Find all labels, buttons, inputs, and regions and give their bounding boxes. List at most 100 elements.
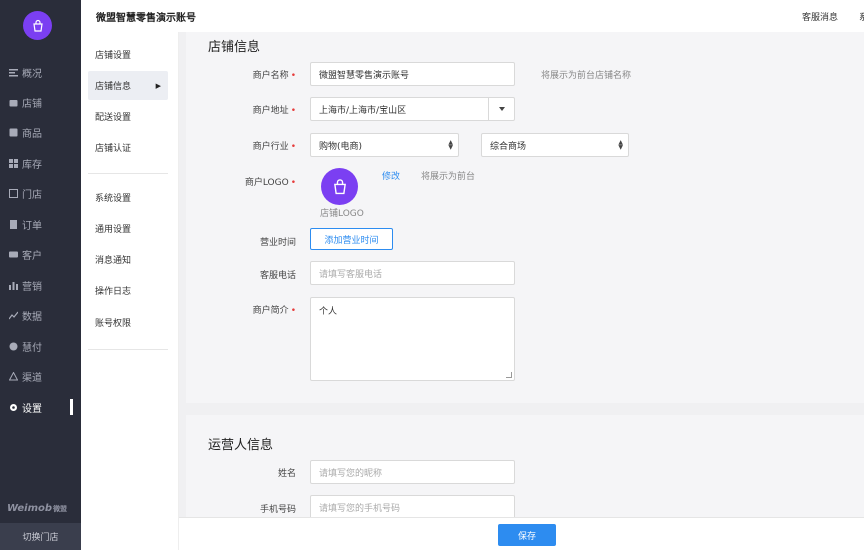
required-mark: •	[290, 142, 296, 152]
switch-store-button[interactable]: 切换门店	[0, 523, 81, 550]
logo-edit-link[interactable]: 修改	[382, 169, 400, 182]
nav-item-label: 渠道	[22, 372, 42, 384]
nav-item-label: 概况	[22, 68, 42, 80]
nav-item-label: 库存	[22, 159, 42, 171]
nav-item-label: 商品	[22, 128, 42, 140]
brand-name-cn: 微盟	[53, 505, 68, 513]
operator-name-input[interactable]: 请填写您的昵称	[310, 460, 515, 484]
main-content: 店铺信息 商户名称 • 微盟智慧零售演示账号 将展示为前台店铺名称 商户地址 • 上…	[179, 32, 864, 550]
nav-item-data[interactable]: 数据	[0, 303, 81, 327]
overview-icon	[9, 68, 18, 77]
nav-item-label: 客户	[22, 250, 42, 262]
service-phone-input[interactable]: 请填写客服电话	[310, 261, 515, 285]
address-value: 上海市/上海市/宝山区	[319, 105, 407, 116]
chevron-right-icon: ▶	[155, 81, 161, 90]
shopping-bag-icon	[333, 178, 346, 194]
submenu-item-notification[interactable]: 消息通知	[88, 245, 168, 274]
inventory-icon	[9, 158, 18, 168]
pay-icon	[9, 342, 18, 351]
industry-primary-value: 购物(电商)	[319, 141, 363, 152]
submenu-item-general[interactable]: 通用设置	[88, 214, 168, 243]
shop-icon	[9, 188, 18, 198]
submenu-item-delivery[interactable]: 配送设置	[88, 102, 168, 131]
nav-item-overview[interactable]: 概况	[0, 60, 81, 84]
brand-name: Weimob	[7, 503, 53, 514]
label-text: 商户地址	[252, 106, 289, 116]
app-logo-icon[interactable]	[23, 11, 52, 40]
top-header: 微盟智慧零售演示账号 客服消息 系	[81, 0, 864, 32]
required-mark: •	[290, 71, 296, 81]
nav-item-marketing[interactable]: 营销	[0, 273, 81, 297]
select-arrows-icon: ▲ ▼	[448, 139, 453, 151]
nav-item-label: 慧付	[22, 342, 42, 354]
store-info-title: 店铺信息	[208, 40, 261, 55]
chevron-down-icon[interactable]	[488, 98, 514, 120]
nav-item-order[interactable]: 订单	[0, 212, 81, 236]
operator-name-label: 姓名	[277, 469, 296, 479]
business-hours-label: 营业时间	[259, 238, 296, 248]
nav-item-store[interactable]: 店铺	[0, 90, 81, 114]
operator-info-title: 运营人信息	[208, 438, 274, 453]
nav-item-channel[interactable]: 渠道	[0, 364, 81, 388]
nav-item-inventory[interactable]: 库存	[0, 151, 81, 175]
nav-item-label: 数据	[22, 311, 42, 323]
address-label: 商户地址 •	[186, 103, 296, 116]
select-arrows-icon: ▲ ▼	[618, 139, 623, 151]
label-text: 商户简介	[252, 306, 289, 316]
merchant-name-input[interactable]: 微盟智慧零售演示账号	[310, 62, 515, 86]
system-link[interactable]: 系	[859, 10, 864, 23]
nav-item-label: 门店	[22, 189, 42, 201]
required-mark: •	[290, 306, 296, 316]
submenu-item-logs[interactable]: 操作日志	[88, 276, 168, 305]
account-title: 微盟智慧零售演示账号	[96, 13, 196, 24]
intro-textarea[interactable]: 个人	[310, 297, 515, 381]
address-cascader[interactable]: 上海市/上海市/宝山区	[310, 97, 515, 121]
save-bar: 保存	[179, 517, 864, 550]
nav-item-label: 营销	[22, 281, 42, 293]
add-business-hours-button[interactable]: 添加营业时间	[310, 228, 393, 250]
operator-mobile-label: 手机号码	[259, 505, 296, 515]
submenu-item-store-info[interactable]: 店铺信息 ▶	[88, 71, 168, 100]
nav-item-pay[interactable]: 慧付	[0, 334, 81, 358]
intro-value: 个人	[319, 307, 338, 317]
resize-handle-icon[interactable]	[506, 372, 512, 378]
store-icon	[9, 98, 18, 107]
industry-primary-select[interactable]: 购物(电商) ▲ ▼	[310, 133, 459, 157]
submenu-item-certification[interactable]: 店铺认证	[88, 133, 168, 162]
required-mark: •	[290, 178, 296, 188]
store-logo-image	[321, 168, 358, 205]
settings-submenu: 店铺设置 店铺信息 ▶ 配送设置 店铺认证 系统设置 通用设置 消息通知 操作日…	[81, 32, 179, 550]
nav-item-goods[interactable]: 商品	[0, 120, 81, 144]
main-sidebar: 概况 店铺 商品 库存 门店 订单 客户 营销 数据 慧付 渠道 设置 Weim…	[0, 0, 81, 550]
nav-item-label: 店铺	[22, 98, 42, 110]
nav-item-shop[interactable]: 门店	[0, 181, 81, 205]
operator-mobile-input[interactable]: 请填写您的手机号码	[310, 495, 515, 519]
submenu-group-store-settings[interactable]: 店铺设置	[88, 40, 168, 69]
settings-icon	[9, 403, 18, 412]
industry-label: 商户行业 •	[186, 139, 296, 152]
logo-caption: 店铺LOGO	[320, 209, 364, 219]
submenu-item-label: 店铺信息	[95, 82, 132, 92]
nav-item-settings[interactable]: 设置	[0, 395, 81, 419]
brand-logo: Weimob微盟	[7, 503, 67, 514]
order-icon	[9, 219, 18, 229]
nav-item-customer[interactable]: 客户	[0, 242, 81, 266]
submenu-divider	[88, 349, 168, 350]
label-text: 商户行业	[252, 142, 289, 152]
submenu-group-system-settings[interactable]: 系统设置	[88, 183, 168, 212]
industry-secondary-select[interactable]: 综合商场 ▲ ▼	[481, 133, 629, 157]
marketing-icon	[9, 281, 18, 290]
channel-icon	[9, 371, 18, 381]
label-text: 商户LOGO	[244, 178, 289, 188]
industry-secondary-value: 综合商场	[490, 141, 527, 152]
service-message-link[interactable]: 客服消息	[802, 10, 838, 23]
data-icon	[9, 311, 18, 320]
submenu-item-permissions[interactable]: 账号权限	[88, 308, 168, 337]
logo-hint: 将展示为前台	[421, 172, 476, 182]
customer-icon	[9, 250, 18, 259]
nav-item-label: 订单	[22, 220, 42, 232]
save-button[interactable]: 保存	[498, 524, 556, 546]
merchant-name-hint: 将展示为前台店铺名称	[541, 71, 632, 81]
goods-icon	[9, 128, 18, 137]
logo-label: 商户LOGO •	[186, 175, 296, 188]
